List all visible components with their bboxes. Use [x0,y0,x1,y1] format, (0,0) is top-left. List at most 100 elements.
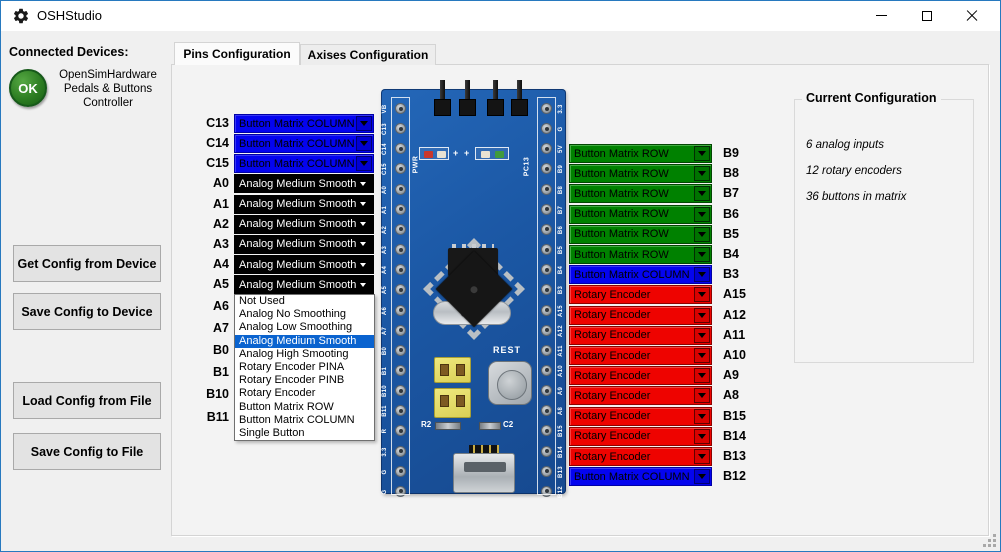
dropdown-value: Button Matrix ROW [574,187,669,200]
config-button-count: 36 buttons in matrix [806,191,907,203]
chevron-down-icon [698,474,706,480]
pin-function-dropdown[interactable]: Button Matrix ROW [569,245,712,264]
pin-function-dropdown[interactable]: Button Matrix ROW [569,204,712,224]
dropdown-arrow-button[interactable] [694,428,710,444]
device-status-badge: OK [9,69,47,107]
pin-label-A3: A3 [213,236,229,251]
dropdown-arrow-button[interactable] [694,408,710,424]
dropdown-arrow-button[interactable] [694,186,710,202]
dropdown-arrow-button[interactable] [356,136,372,152]
pin-function-dropdown[interactable]: Analog Medium Smooth [234,255,374,275]
pin-function-dropdown[interactable]: Analog Medium Smooth [234,234,374,254]
close-button[interactable] [949,1,994,30]
chevron-down-icon [360,242,366,247]
maximize-button[interactable] [904,1,949,30]
dropdown-arrow-button[interactable] [694,226,710,242]
pin-label-C15: C15 [206,156,229,171]
dropdown-value: Rotary Encoder [574,430,651,443]
dropdown-arrow-button[interactable] [694,287,710,303]
load-config-from-file-button[interactable]: Load Config from File [13,382,161,419]
chevron-down-icon [698,332,706,338]
dropdown-option[interactable]: Single Button [235,427,374,440]
dropdown-value: Rotary Encoder [574,369,651,382]
pin-function-dropdown[interactable]: Button Matrix COLUMN [234,114,374,133]
pin-label-A7: A7 [213,321,229,336]
pin-function-dropdown[interactable]: Rotary Encoder [569,406,712,426]
dropdown-arrow-button[interactable] [694,449,710,464]
pin-function-dropdown[interactable]: Analog Medium Smooth [234,214,374,234]
dropdown-option[interactable]: Rotary Encoder PINB [235,374,374,387]
pin-function-dropdown[interactable]: Rotary Encoder [569,285,712,305]
pin-function-dropdown[interactable]: Button Matrix COLUMN [569,265,712,285]
pin-function-dropdown[interactable]: Button Matrix ROW [569,144,712,163]
chevron-down-icon [698,252,706,257]
dropdown-arrow-button[interactable] [694,247,710,262]
chevron-down-icon [698,454,706,459]
dropdown-arrow-button[interactable] [694,388,710,404]
save-config-to-file-button[interactable]: Save Config to File [13,433,161,470]
pin-function-dropdown[interactable]: Rotary Encoder [569,325,712,345]
dropdown-arrow-button[interactable] [694,206,710,222]
pin-function-dropdown[interactable]: Button Matrix ROW [569,184,712,204]
resize-grip[interactable] [983,534,996,547]
dropdown-option[interactable]: Not Used [235,295,374,308]
dropdown-value: Rotary Encoder [574,450,651,463]
pin-function-dropdown[interactable]: Analog Medium Smooth [234,194,374,214]
dropdown-value: Rotary Encoder [574,389,651,402]
dropdown-value: Analog Medium Smooth [239,198,357,211]
chevron-down-icon [698,211,706,217]
pin-label-B13: B13 [723,449,746,463]
save-config-to-device-button[interactable]: Save Config to Device [13,293,161,330]
dropdown-option[interactable]: Analog High Smooting [235,348,374,361]
dropdown-option[interactable]: Button Matrix ROW [235,401,374,414]
pin-function-dropdown[interactable]: Rotary Encoder [569,386,712,406]
title-bar[interactable]: OSHStudio [1,1,1000,31]
pin-function-dropdown[interactable]: Rotary Encoder [569,447,712,466]
pin-function-dropdown[interactable]: Button Matrix COLUMN [234,134,374,154]
chevron-down-icon [698,272,706,278]
debug-header-base [434,99,451,116]
pin-label-B14: B14 [723,428,746,443]
minimize-button[interactable] [859,1,904,30]
config-analog-count: 6 analog inputs [806,139,885,151]
chevron-down-icon [698,231,706,237]
pin-function-dropdown[interactable]: Rotary Encoder [569,426,712,446]
connected-devices-label: Connected Devices: [9,45,129,59]
pin-function-dropdown[interactable]: Rotary Encoder [569,305,712,325]
board-pin-silk-label: G [382,489,388,495]
dropdown-arrow-button[interactable] [694,469,710,485]
dropdown-option[interactable]: Rotary Encoder [235,387,374,400]
pin-function-dropdown[interactable]: Button Matrix ROW [569,164,712,184]
tab-axises-configuration[interactable]: Axises Configuration [300,44,436,65]
dropdown-arrow-button[interactable] [356,116,372,131]
pwr-label: PWR [412,155,420,174]
reset-label: REST [493,345,522,355]
pc13-label: PC13 [523,156,531,177]
dropdown-arrow-button[interactable] [694,146,710,161]
dropdown-option[interactable]: Analog Medium Smooth [235,334,374,348]
dropdown-option[interactable]: Analog No Smoothing [235,308,374,321]
pin-function-dropdown[interactable]: Analog Medium Smooth [234,275,374,295]
pin-label-B11: B11 [206,409,229,424]
pin-function-dropdown[interactable]: Rotary Encoder [569,366,712,386]
dropdown-option[interactable]: Rotary Encoder PINA [235,361,374,374]
pin-function-dropdown[interactable]: Rotary Encoder [569,346,712,365]
dropdown-arrow-button[interactable] [694,327,710,343]
dropdown-arrow-button[interactable] [694,368,710,384]
pin-function-dropdown[interactable]: Analog Medium Smooth [234,174,374,194]
dropdown-arrow-button[interactable] [694,348,710,363]
dropdown-option[interactable]: Button Matrix COLUMN [235,414,374,427]
dropdown-arrow-button[interactable] [694,166,710,182]
dropdown-arrow-button[interactable] [356,156,372,172]
dropdown-option[interactable]: Analog Low Smoothing [235,321,374,334]
dropdown-arrow-button[interactable] [694,307,710,323]
dropdown-value: Rotary Encoder [574,410,651,423]
tab-pins-configuration[interactable]: Pins Configuration [174,42,300,65]
dropdown-arrow-button[interactable] [694,267,710,283]
pin-label-A6: A6 [213,299,229,313]
get-config-from-device-button[interactable]: Get Config from Device [13,245,161,282]
pin-function-dropdown[interactable]: Button Matrix ROW [569,224,712,244]
pin-function-dropdown[interactable]: Button Matrix COLUMN [569,467,712,487]
pin-function-dropdown[interactable]: Button Matrix COLUMN [234,154,374,174]
pin-label-A5: A5 [213,277,229,292]
